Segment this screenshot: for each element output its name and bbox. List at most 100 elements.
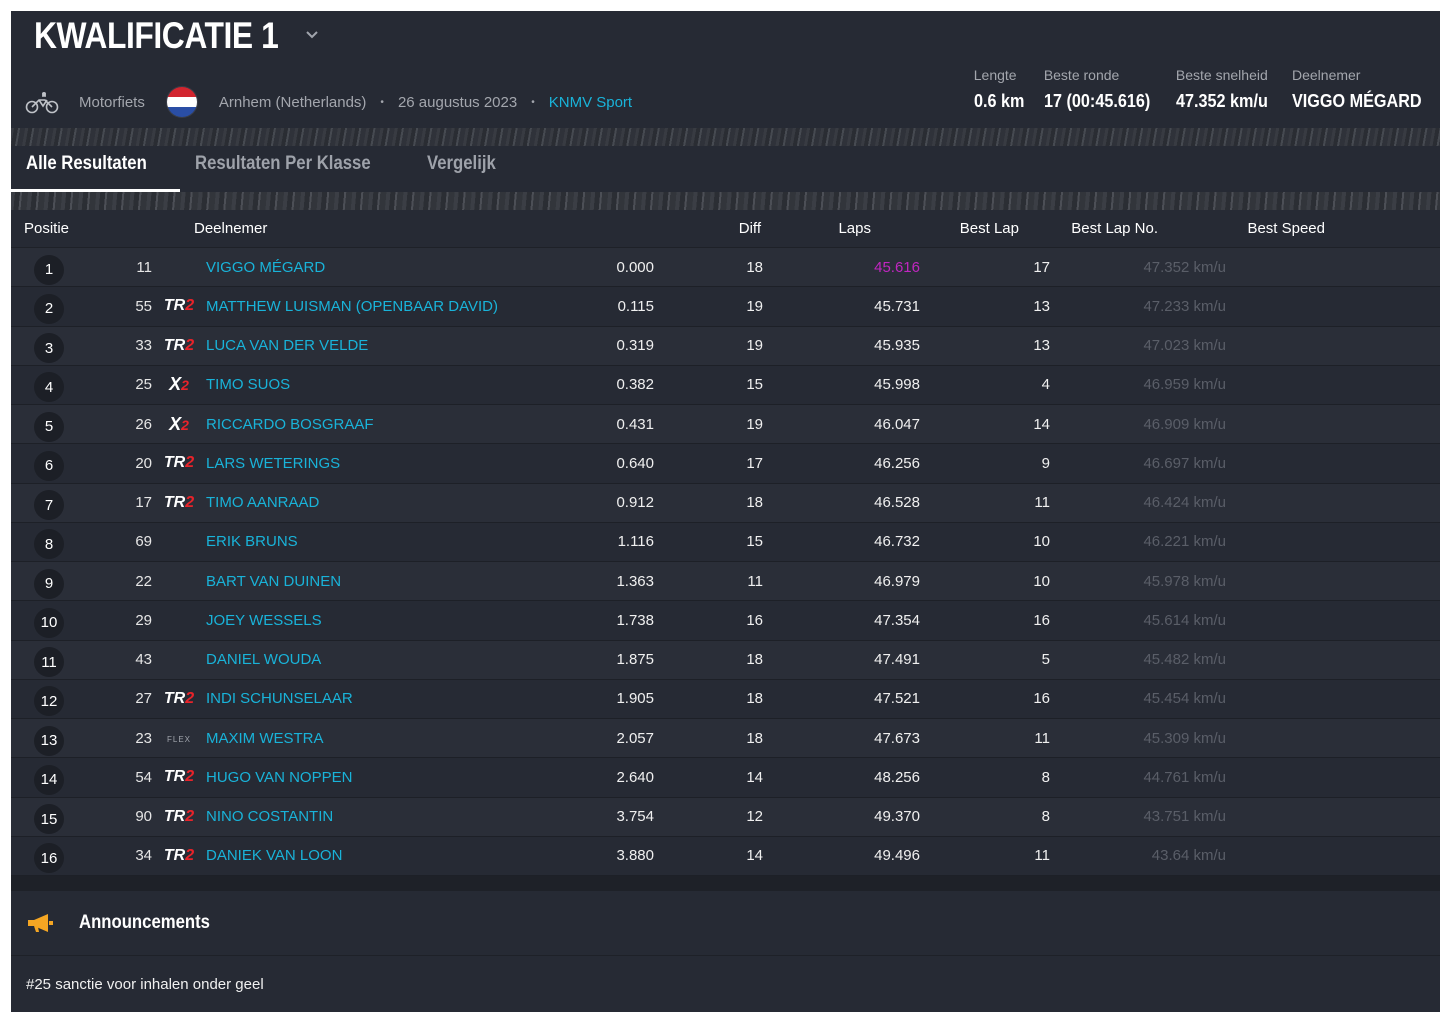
participant-link[interactable]: NINO COSTANTIN bbox=[206, 808, 606, 825]
laps-cell: 19 bbox=[746, 297, 763, 315]
laps-cell: 11 bbox=[747, 572, 763, 590]
header-position[interactable]: Positie bbox=[11, 220, 121, 237]
participant-link[interactable]: ERIK BRUNS bbox=[206, 533, 606, 550]
decorative-banner bbox=[11, 192, 1440, 210]
position-cell: 13 bbox=[11, 721, 121, 756]
table-row[interactable]: 8 69 ERIK BRUNS 1.116 15 46.732 10 46.22… bbox=[11, 522, 1440, 562]
participant-link[interactable]: DANIEK VAN LOON bbox=[206, 847, 606, 864]
class-cell: X2 bbox=[152, 414, 206, 435]
organizer-link[interactable]: KNMV Sport bbox=[549, 94, 632, 111]
table-row[interactable]: 10 29 JOEY WESSELS 1.738 16 47.354 16 45… bbox=[11, 601, 1440, 641]
position-badge: 2 bbox=[34, 293, 64, 324]
diff-cell: 0.382 bbox=[616, 376, 654, 394]
best-speed-cell: 47.023 km/u bbox=[1143, 337, 1226, 355]
diff-cell: 2.640 bbox=[616, 768, 654, 786]
table-row[interactable]: 14 54 TR2 HUGO VAN NOPPEN 2.640 14 48.25… bbox=[11, 758, 1440, 798]
position-badge: 14 bbox=[34, 764, 64, 795]
session-title-row[interactable]: KWALIFICATIE 1 bbox=[34, 15, 320, 57]
position-cell: 2 bbox=[11, 289, 121, 324]
table-row[interactable]: 12 27 TR2 INDI SCHUNSELAAR 1.905 18 47.5… bbox=[11, 679, 1440, 719]
participant-link[interactable]: LUCA VAN DER VELDE bbox=[206, 337, 606, 354]
position-badge: 3 bbox=[34, 333, 64, 364]
tab-all-results[interactable]: Alle Resultaten bbox=[11, 146, 181, 192]
position-badge: 4 bbox=[34, 372, 64, 403]
position-badge: 5 bbox=[34, 411, 64, 442]
separator-dot: • bbox=[531, 96, 535, 108]
tab-label: Alle Resultaten bbox=[26, 153, 147, 174]
table-row[interactable]: 3 33 TR2 LUCA VAN DER VELDE 0.319 19 45.… bbox=[11, 326, 1440, 366]
tab-results-per-class[interactable]: Resultaten Per Klasse bbox=[180, 146, 412, 192]
participant-link[interactable]: BART VAN DUINEN bbox=[206, 573, 606, 590]
position-badge: 1 bbox=[34, 254, 64, 285]
position-cell: 1 bbox=[11, 250, 121, 285]
best-speed-cell: 45.482 km/u bbox=[1143, 651, 1226, 669]
stat-value: VIGGO MÉGARD bbox=[1291, 91, 1422, 111]
table-row[interactable]: 7 17 TR2 TIMO AANRAAD 0.912 18 46.528 11… bbox=[11, 483, 1440, 523]
participant-link[interactable]: MAXIM WESTRA bbox=[206, 730, 606, 747]
megaphone-icon bbox=[28, 914, 53, 932]
table-row[interactable]: 13 23 FLEX MAXIM WESTRA 2.057 18 47.673 … bbox=[11, 719, 1440, 759]
table-row[interactable]: 9 22 BART VAN DUINEN 1.363 11 46.979 10 … bbox=[11, 562, 1440, 602]
class-cell: TR2 bbox=[152, 297, 206, 315]
stat-best-lap: Beste ronde 17 (00:45.616) bbox=[1044, 67, 1162, 112]
table-row[interactable]: 1 11 VIGGO MÉGARD 0.000 18 45.616 17 47.… bbox=[11, 248, 1440, 288]
laps-cell: 18 bbox=[746, 729, 763, 747]
class-badge-tr2: TR2 bbox=[163, 336, 195, 354]
decorative-banner bbox=[11, 128, 1440, 146]
best-lap-cell: 49.370 bbox=[874, 808, 920, 826]
best-speed-cell: 46.221 km/u bbox=[1143, 533, 1226, 551]
position-cell: 9 bbox=[11, 564, 121, 599]
laps-cell: 15 bbox=[746, 376, 763, 394]
participant-link[interactable]: TIMO AANRAAD bbox=[206, 494, 606, 511]
race-number: 34 bbox=[135, 847, 152, 865]
session-meta: Motorfiets Arnhem (Netherlands) • 26 aug… bbox=[25, 87, 632, 117]
table-row[interactable]: 16 34 TR2 DANIEK VAN LOON 3.880 14 49.49… bbox=[11, 836, 1440, 876]
header-laps[interactable]: Laps bbox=[761, 220, 871, 237]
class-cell: TR2 bbox=[152, 768, 206, 786]
participant-link[interactable]: VIGGO MÉGARD bbox=[206, 259, 606, 276]
class-cell: TR2 bbox=[152, 337, 206, 355]
table-row[interactable]: 6 20 TR2 LARS WETERINGS 0.640 17 46.256 … bbox=[11, 444, 1440, 484]
header-diff[interactable]: Diff bbox=[656, 220, 761, 237]
class-badge-tr2: TR2 bbox=[163, 454, 195, 472]
header-participant[interactable]: Deelnemer bbox=[121, 220, 656, 237]
best-lap-cell: 45.998 bbox=[874, 376, 920, 394]
position-cell: 14 bbox=[11, 760, 121, 795]
table-row[interactable]: 2 55 TR2 MATTHEW LUISMAN (OPENBAAR DAVID… bbox=[11, 287, 1440, 327]
header-best-lap[interactable]: Best Lap bbox=[871, 220, 1019, 237]
diff-cell: 0.115 bbox=[617, 297, 654, 315]
best-speed-cell: 45.309 km/u bbox=[1143, 729, 1226, 747]
best-speed-cell: 46.697 km/u bbox=[1143, 454, 1226, 472]
race-number: 26 bbox=[135, 415, 152, 433]
position-badge: 8 bbox=[34, 529, 64, 560]
participant-link[interactable]: HUGO VAN NOPPEN bbox=[206, 769, 606, 786]
best-lap-cell: 49.496 bbox=[874, 847, 920, 865]
best-lap-cell: 47.491 bbox=[874, 651, 920, 669]
participant-link[interactable]: RICCARDO BOSGRAAF bbox=[206, 416, 606, 433]
best-speed-cell: 46.424 km/u bbox=[1143, 494, 1226, 512]
best-lap-no-cell: 11 bbox=[1034, 494, 1050, 512]
participant-link[interactable]: DANIEL WOUDA bbox=[206, 651, 606, 668]
best-lap-cell: 47.354 bbox=[874, 611, 920, 629]
position-badge: 16 bbox=[34, 843, 64, 874]
table-row[interactable]: 15 90 TR2 NINO COSTANTIN 3.754 12 49.370… bbox=[11, 797, 1440, 837]
table-row[interactable]: 5 26 X2 RICCARDO BOSGRAAF 0.431 19 46.04… bbox=[11, 405, 1440, 445]
participant-link[interactable]: TIMO SUOS bbox=[206, 376, 606, 393]
chevron-down-icon[interactable] bbox=[304, 27, 320, 45]
race-number: 33 bbox=[135, 337, 152, 355]
tab-compare[interactable]: Vergelijk bbox=[412, 146, 522, 192]
participant-link[interactable]: JOEY WESSELS bbox=[206, 612, 606, 629]
diff-cell: 1.116 bbox=[617, 533, 654, 551]
table-row[interactable]: 4 25 X2 TIMO SUOS 0.382 15 45.998 4 46.9… bbox=[11, 365, 1440, 405]
header-best-lap-no[interactable]: Best Lap No. bbox=[1019, 220, 1158, 237]
race-number: 27 bbox=[135, 690, 152, 708]
stat-label: Beste ronde bbox=[1043, 67, 1120, 83]
participant-link[interactable]: MATTHEW LUISMAN (OPENBAAR DAVID) bbox=[206, 298, 606, 315]
participant-link[interactable]: LARS WETERINGS bbox=[206, 455, 606, 472]
best-lap-no-cell: 10 bbox=[1033, 533, 1050, 551]
participant-link[interactable]: INDI SCHUNSELAAR bbox=[206, 690, 606, 707]
table-row[interactable]: 11 43 DANIEL WOUDA 1.875 18 47.491 5 45.… bbox=[11, 640, 1440, 680]
header-best-speed[interactable]: Best Speed bbox=[1158, 220, 1325, 237]
race-number: 54 bbox=[135, 768, 152, 786]
class-badge-tr2: TR2 bbox=[163, 846, 195, 864]
